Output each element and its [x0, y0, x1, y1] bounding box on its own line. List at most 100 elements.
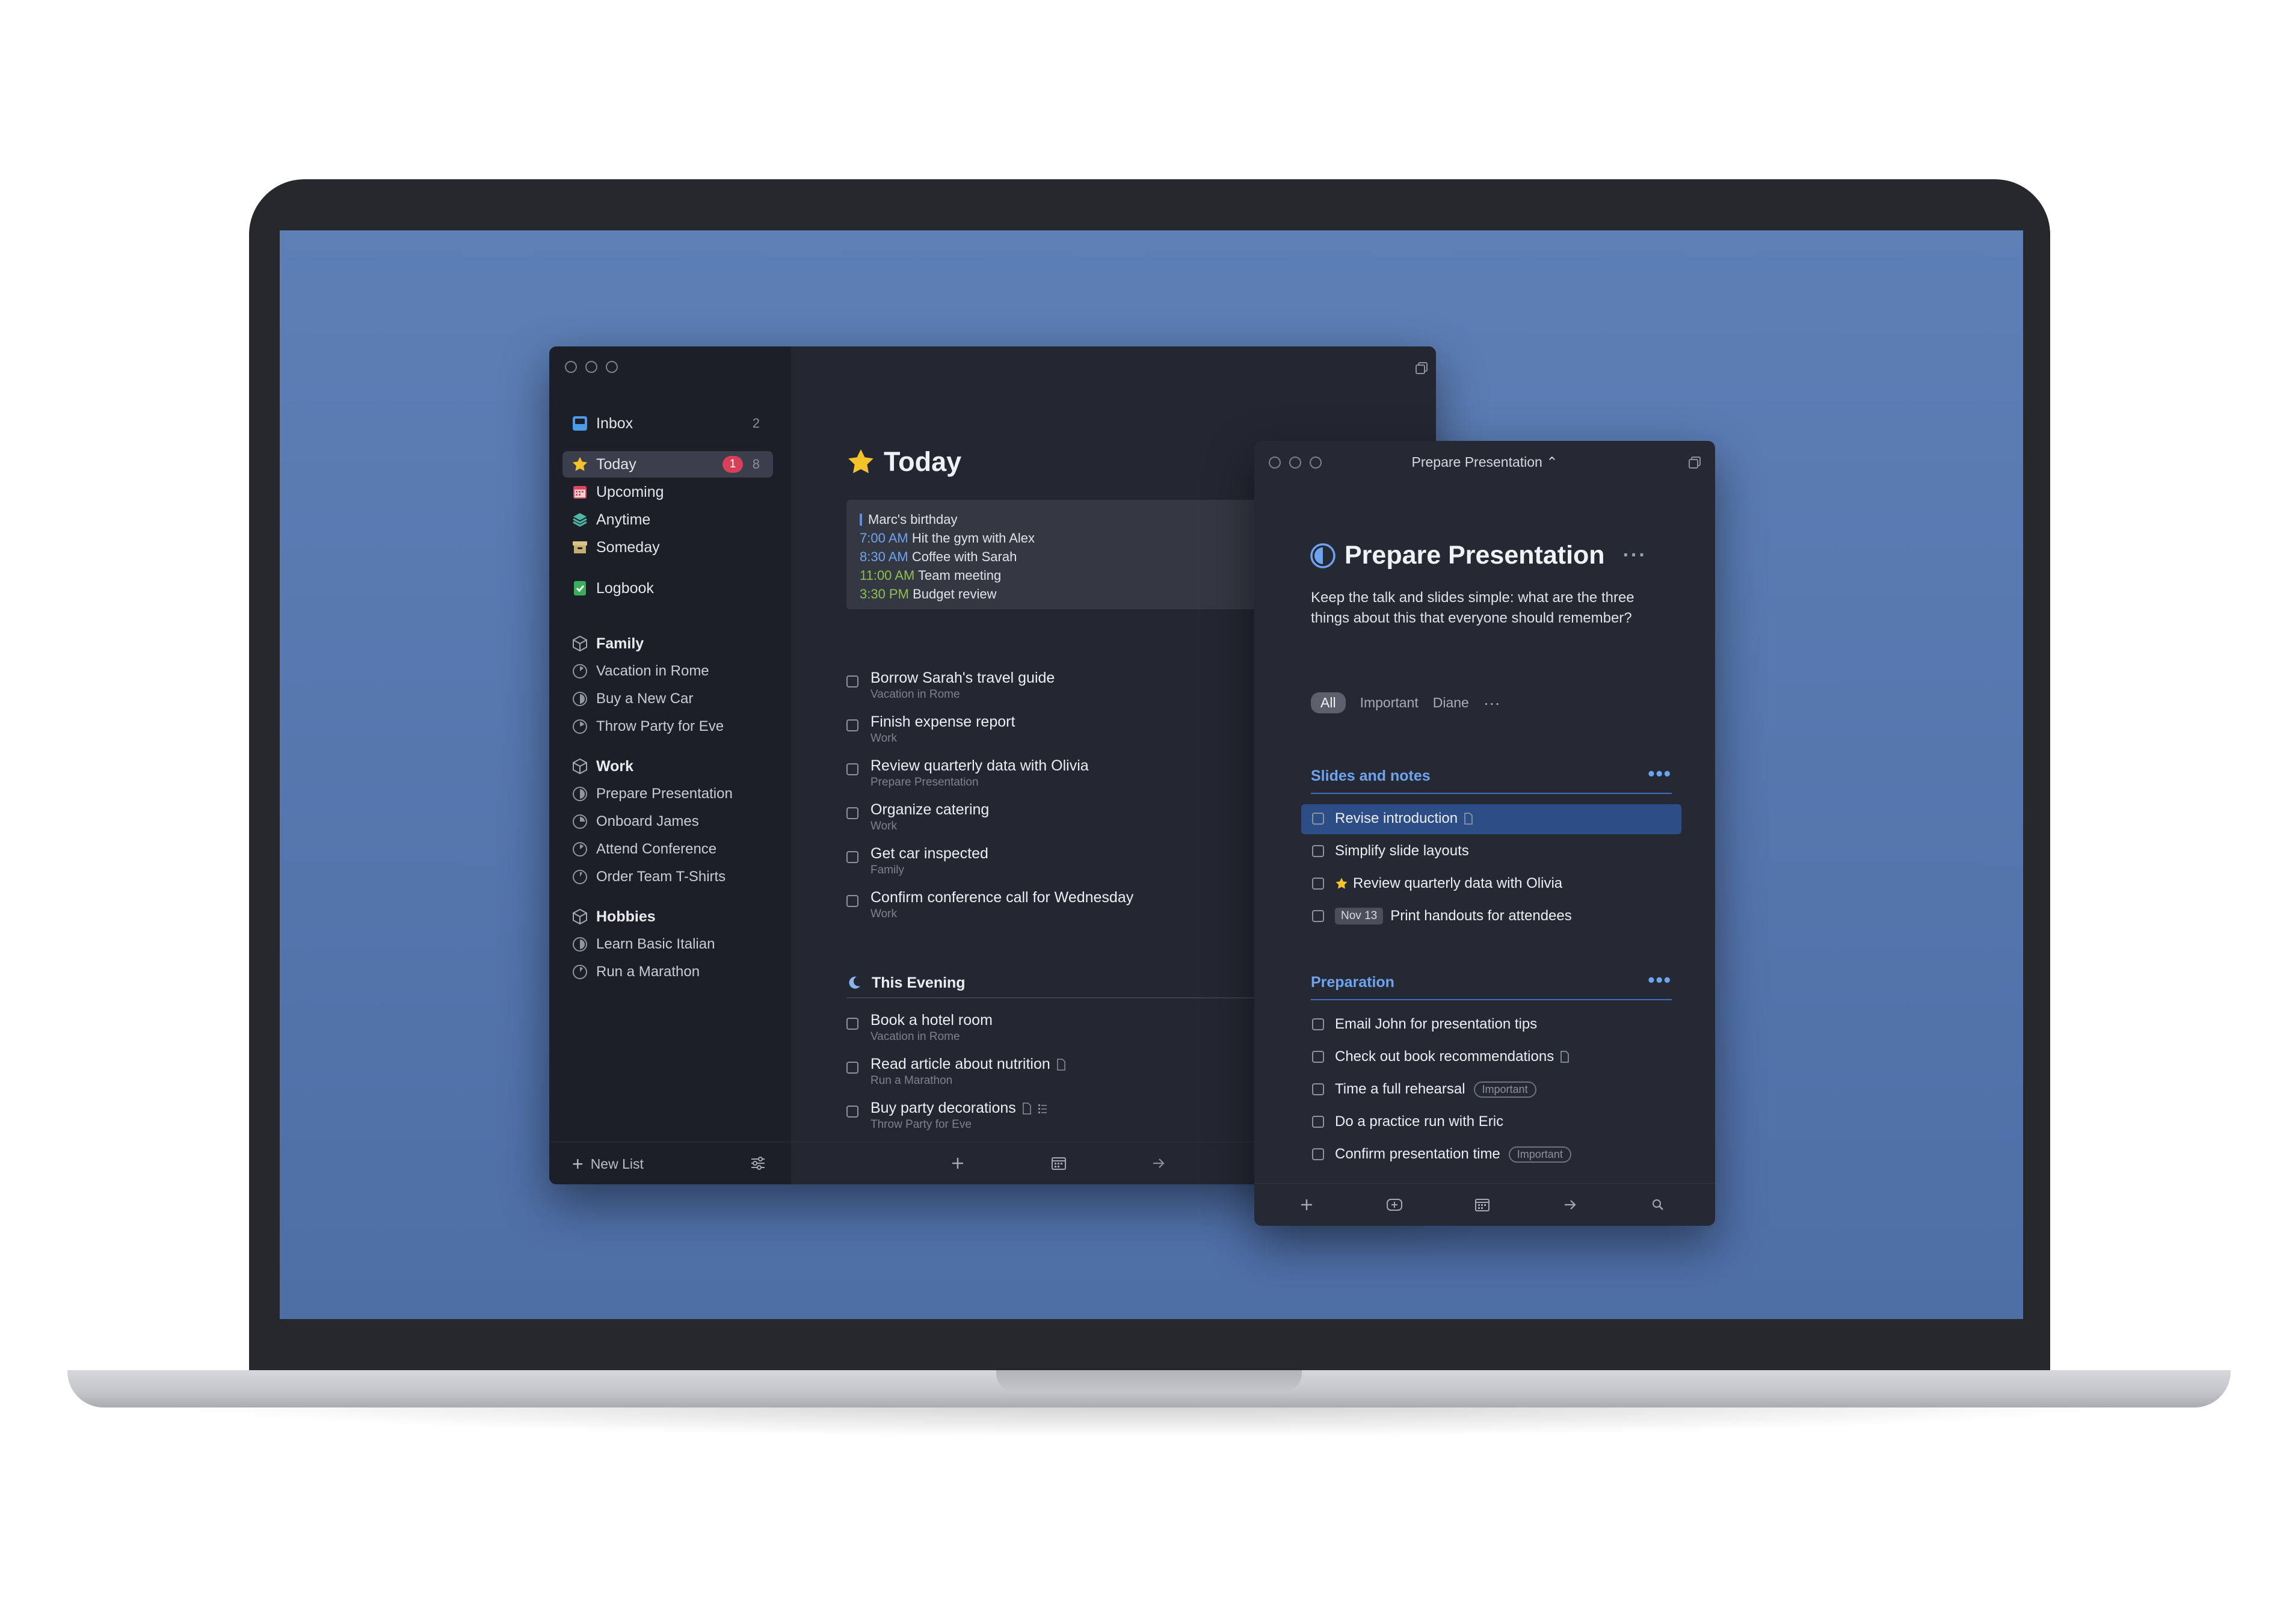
sidebar-project[interactable]: Run a Marathon — [562, 959, 773, 985]
todo-checkbox[interactable] — [1312, 1051, 1324, 1063]
todo-checkbox[interactable] — [1312, 1148, 1324, 1160]
close-button[interactable] — [565, 361, 577, 373]
todo-item-selected[interactable]: Revise introduction — [1301, 804, 1681, 834]
todo-checkbox[interactable] — [1312, 1116, 1324, 1128]
sidebar-project[interactable]: Onboard James — [562, 808, 773, 835]
page-title-text: Today — [884, 446, 962, 477]
filter-settings-icon[interactable] — [749, 1154, 767, 1172]
todo-checkbox[interactable] — [1312, 1018, 1324, 1030]
todo-item[interactable]: Check out book recommendations — [1301, 1042, 1681, 1072]
tag-filter-bar: All Important Diane ··· — [1311, 692, 1500, 713]
project-toolbar — [1254, 1183, 1715, 1226]
sidebar-item-anytime[interactable]: Anytime — [562, 506, 773, 533]
project-label: Buy a New Car — [596, 691, 694, 707]
title-bar: Prepare Presentation ⌃ — [1254, 441, 1715, 484]
zoom-button[interactable] — [606, 361, 618, 373]
todo-item[interactable]: Email John for presentation tips — [1301, 1010, 1681, 1040]
calendar-icon — [571, 483, 589, 501]
todo-checkbox[interactable] — [1312, 910, 1324, 922]
todo-project: Throw Party for Eve — [870, 1118, 972, 1131]
sidebar-project[interactable]: Vacation in Rome — [562, 658, 773, 684]
sidebar-project[interactable]: Throw Party for Eve — [562, 713, 773, 740]
calendar-event[interactable]: Marc's birthday — [860, 512, 957, 527]
todo-project: Work — [870, 732, 897, 745]
progress-pie-icon — [573, 664, 587, 678]
project-title[interactable]: Prepare Presentation — [1345, 541, 1605, 570]
sidebar-project[interactable]: Learn Basic Italian — [562, 931, 773, 958]
todo-checkbox[interactable] — [846, 851, 858, 863]
sidebar-item-inbox[interactable]: Inbox 2 — [562, 410, 773, 437]
heading-more-button[interactable]: ••• — [1648, 969, 1672, 991]
inbox-icon — [571, 414, 589, 432]
todo-checkbox[interactable] — [846, 719, 858, 731]
area-hobbies[interactable]: Hobbies — [562, 903, 773, 930]
event-text: Budget review — [913, 586, 997, 601]
todo-checkbox[interactable] — [1312, 845, 1324, 857]
todo-item[interactable]: Time a full rehearsal Important — [1301, 1075, 1681, 1105]
todo-item[interactable]: Confirm presentation time Important — [1301, 1140, 1681, 1170]
move-arrow-icon[interactable] — [1150, 1154, 1168, 1172]
sidebar-project[interactable]: Order Team T-Shirts — [562, 864, 773, 890]
tag-filter-all[interactable]: All — [1311, 692, 1346, 713]
new-window-icon[interactable] — [1414, 361, 1429, 375]
todo-item[interactable]: Simplify slide layouts — [1301, 837, 1681, 867]
moon-icon — [849, 976, 860, 989]
add-heading-icon[interactable] — [1385, 1196, 1403, 1214]
calendar-event[interactable]: 8:30 AM Coffee with Sarah — [860, 549, 1017, 565]
new-window-icon[interactable] — [1687, 455, 1702, 470]
tag-filter-more[interactable]: ··· — [1483, 694, 1500, 713]
sidebar-project[interactable]: Buy a New Car — [562, 686, 773, 712]
new-list-button[interactable]: + New List — [572, 1154, 644, 1173]
event-time: 8:30 AM — [860, 549, 908, 564]
todo-title: Finish expense report — [870, 713, 1015, 730]
todo-checkbox[interactable] — [846, 807, 858, 819]
area-label: Work — [596, 757, 634, 775]
tag-filter-diane[interactable]: Diane — [1433, 695, 1469, 711]
sidebar-project[interactable]: Attend Conference — [562, 836, 773, 863]
tag-chip: Important — [1508, 1146, 1571, 1163]
todo-item[interactable]: Nov 13 Print handouts for attendees — [1301, 902, 1681, 932]
window-controls[interactable] — [565, 361, 618, 373]
todo-item[interactable]: Review quarterly data with Olivia — [1301, 869, 1681, 899]
project-heading[interactable]: Preparation ••• — [1311, 969, 1672, 1000]
tag-filter-important[interactable]: Important — [1360, 695, 1419, 711]
window-title[interactable]: Prepare Presentation ⌃ — [1254, 454, 1715, 470]
project-progress-icon — [1310, 543, 1336, 568]
sidebar-item-upcoming[interactable]: Upcoming — [562, 479, 773, 505]
area-family[interactable]: Family — [562, 630, 773, 657]
calendar-event[interactable]: 11:00 AM Team meeting — [860, 568, 1001, 583]
sidebar-item-someday[interactable]: Someday — [562, 534, 773, 561]
project-notes[interactable]: Keep the talk and slides simple: what ar… — [1311, 588, 1666, 629]
add-todo-icon[interactable] — [1298, 1196, 1316, 1214]
move-arrow-icon[interactable] — [1561, 1196, 1579, 1214]
heading-more-button[interactable]: ••• — [1648, 763, 1672, 785]
todo-checkbox[interactable] — [846, 895, 858, 907]
todo-checkbox[interactable] — [1312, 813, 1324, 825]
area-cube-icon — [573, 908, 587, 925]
project-heading[interactable]: Slides and notes ••• — [1311, 763, 1672, 794]
todo-checkbox[interactable] — [846, 1018, 858, 1030]
todo-checkbox[interactable] — [1312, 878, 1324, 890]
search-icon[interactable] — [1649, 1196, 1667, 1214]
sidebar-item-logbook[interactable]: Logbook — [562, 575, 773, 601]
todo-checkbox[interactable] — [846, 763, 858, 775]
calendar-icon[interactable] — [1050, 1154, 1068, 1172]
add-todo-icon[interactable] — [949, 1154, 967, 1172]
todo-checkbox[interactable] — [846, 1106, 858, 1118]
todo-checkbox[interactable] — [1312, 1083, 1324, 1095]
project-label: Vacation in Rome — [596, 663, 709, 679]
sidebar-item-today[interactable]: Today 1 8 — [562, 451, 773, 478]
calendar-event[interactable]: 7:00 AM Hit the gym with Alex — [860, 531, 1035, 546]
minimize-button[interactable] — [585, 361, 597, 373]
note-icon — [1023, 1102, 1031, 1115]
todo-checkbox[interactable] — [846, 1062, 858, 1074]
area-work[interactable]: Work — [562, 753, 773, 780]
calendar-event[interactable]: 3:30 PM Budget review — [860, 586, 996, 602]
more-options-button[interactable]: ··· — [1623, 544, 1647, 567]
todo-title-text: Revise introduction — [1335, 810, 1458, 826]
calendar-icon[interactable] — [1473, 1196, 1491, 1214]
sidebar-project[interactable]: Prepare Presentation — [562, 781, 773, 807]
todo-item[interactable]: Do a practice run with Eric — [1301, 1107, 1681, 1137]
new-list-label: New List — [590, 1155, 644, 1172]
todo-checkbox[interactable] — [846, 675, 858, 687]
